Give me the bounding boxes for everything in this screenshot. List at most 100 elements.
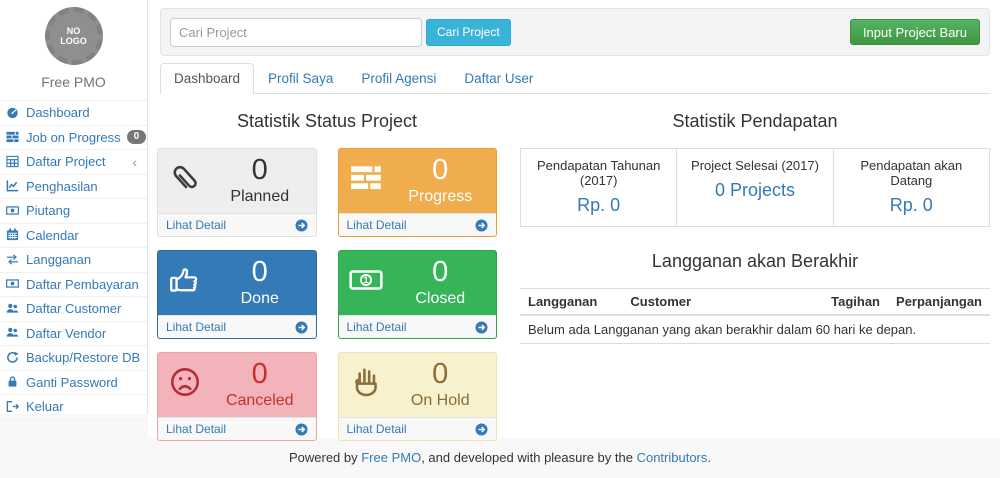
sidebar-item-job-on-progress[interactable]: Job on Progress 0 [0,126,147,151]
status-cards: 0 Planned Lihat Detail [157,148,497,441]
status-section-title: Statistik Status Project [157,111,497,132]
tab-dashboard[interactable]: Dashboard [160,63,254,94]
money-icon: 1 [348,262,384,298]
sidebar-item-label: Daftar Pembayaran [26,277,139,292]
tasks-icon [348,160,384,196]
status-card-onhold: 0 On Hold Lihat Detail [338,352,498,441]
new-project-button[interactable]: Input Project Baru [850,19,980,45]
status-card-planned: 0 Planned Lihat Detail [157,148,317,237]
dashboard-content: Statistik Status Project 0 Planned Lihat… [157,107,990,441]
search-button[interactable]: Cari Project [426,19,511,46]
sidebar-item-label: Daftar Project [26,154,105,169]
sidebar-item-dashboard[interactable]: Dashboard [0,101,147,126]
col-customer: Customer [622,289,817,316]
sidebar-item-label: Daftar Vendor [26,326,106,341]
lihat-detail-link[interactable]: Lihat Detail [158,417,316,440]
subscription-table-header-row: Langganan Customer Tagihan Perpanjangan [520,289,990,316]
sidebar-item-label: Piutang [26,203,70,218]
lihat-detail-link[interactable]: Lihat Detail [339,213,497,236]
income-stats: Pendapatan Tahunan (2017) Rp. 0 Project … [520,148,990,227]
search-input[interactable] [170,18,422,47]
sidebar: NO LOGO Free PMO Dashboard Job on Progre… [0,0,148,414]
sidebar-item-label: Ganti Password [26,375,118,390]
status-count: 0 [204,251,316,287]
col-perpanjangan: Perpanjangan [888,289,990,316]
sidebar-item-label: Daftar Customer [26,301,121,316]
income-section-title: Statistik Pendapatan [520,111,990,132]
money-icon [6,204,20,218]
retweet-icon [6,253,20,267]
status-card-canceled: 0 Canceled Lihat Detail [157,352,317,441]
line-chart-icon [6,179,20,193]
lihat-detail-link[interactable]: Lihat Detail [158,213,316,236]
money-icon [6,277,20,291]
sidebar-menu: Dashboard Job on Progress 0 Daftar Proje… [0,100,147,420]
sidebar-item-label: Penghasilan [26,179,98,194]
no-logo-badge: NO LOGO [45,7,103,65]
table-icon [6,155,20,169]
income-stat-value[interactable]: Rp. 0 [527,195,670,216]
status-card-done: 0 Done Lihat Detail [157,250,317,339]
paperclip-icon [167,160,203,196]
page-footer: Powered by Free PMO, and developed with … [0,438,1000,478]
status-count: 0 [204,353,316,389]
tab-profil-agensi[interactable]: Profil Agensi [347,63,450,94]
chevron-left-icon: ‹ [132,155,137,169]
income-stat-value[interactable]: Rp. 0 [840,195,983,216]
sidebar-item-piutang[interactable]: Piutang [0,199,147,224]
lihat-detail-link[interactable]: Lihat Detail [339,315,497,338]
brand-name: Free PMO [0,74,147,90]
status-section: Statistik Status Project 0 Planned Lihat… [157,107,497,441]
calendar-icon [6,228,20,242]
status-card-closed: 1 0 Closed Lihat Detail [338,250,498,339]
income-stat: Pendapatan akan Datang Rp. 0 [833,149,989,226]
sidebar-item-label: Langganan [26,252,91,267]
main-panel: Cari Project Input Project Baru Dashboar… [148,0,1000,438]
sidebar-item-backup-restore[interactable]: Backup/Restore DB [0,346,147,371]
income-stat-value[interactable]: 0 Projects [683,180,826,201]
sidebar-item-ganti-password[interactable]: Ganti Password [0,371,147,396]
footer-text: Powered by [289,450,361,465]
income-stat-label: Project Selesai (2017) [683,158,826,173]
lock-icon [6,375,20,389]
users-icon [6,302,20,316]
status-label: Canceled [204,392,316,410]
tab-daftar-user[interactable]: Daftar User [450,63,547,94]
status-label: Closed [385,290,497,308]
col-tagihan: Tagihan [818,289,888,316]
sign-out-icon [6,400,20,414]
lihat-detail-link[interactable]: Lihat Detail [339,417,497,440]
footer-text: , and developed with pleasure by the [421,450,636,465]
tab-profil-saya[interactable]: Profil Saya [254,63,347,94]
sidebar-item-label: Calendar [26,228,79,243]
free-pmo-dashboard: NO LOGO Free PMO Dashboard Job on Progre… [0,0,1000,478]
sidebar-item-penghasilan[interactable]: Penghasilan [0,175,147,200]
status-count: 0 [385,149,497,185]
arrow-circle-right-icon [295,219,308,232]
contributors-link[interactable]: Contributors [637,450,708,465]
free-pmo-link[interactable]: Free PMO [361,450,421,465]
sidebar-item-langganan[interactable]: Langganan [0,248,147,273]
lihat-detail-link[interactable]: Lihat Detail [158,315,316,338]
sidebar-item-calendar[interactable]: Calendar [0,224,147,249]
search-bar: Cari Project Input Project Baru [160,8,990,56]
gauge-icon [6,106,20,120]
footer-text: . [707,450,711,465]
sidebar-item-daftar-project[interactable]: Daftar Project ‹ [0,150,147,175]
status-label: Planned [204,188,316,206]
sidebar-item-keluar[interactable]: Keluar [0,395,147,420]
income-stat-label: Pendapatan akan Datang [840,158,983,188]
job-count-badge: 0 [127,130,147,144]
sidebar-item-daftar-customer[interactable]: Daftar Customer [0,297,147,322]
subscription-table: Langganan Customer Tagihan Perpanjangan … [520,288,990,344]
income-stat: Project Selesai (2017) 0 Projects [676,149,832,226]
income-section: Statistik Pendapatan Pendapatan Tahunan … [520,107,990,441]
status-card-progress: 0 Progress Lihat Detail [338,148,498,237]
status-label: Done [204,290,316,308]
svg-text:1: 1 [363,275,368,285]
tasks-icon [6,130,20,144]
status-count: 0 [385,353,497,389]
sidebar-item-label: Dashboard [26,105,90,120]
sidebar-item-daftar-pembayaran[interactable]: Daftar Pembayaran [0,273,147,298]
sidebar-item-daftar-vendor[interactable]: Daftar Vendor [0,322,147,347]
